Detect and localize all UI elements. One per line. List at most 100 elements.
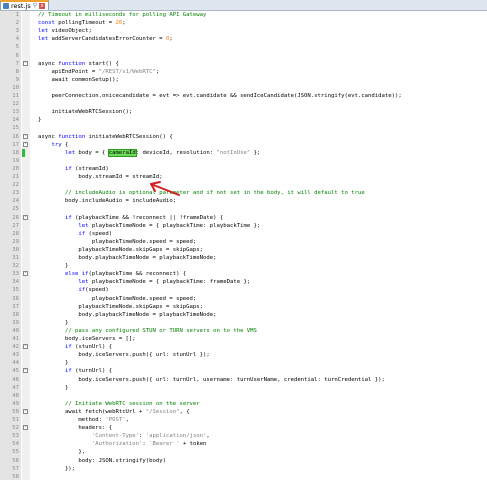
code-line[interactable]: 11 peerConnection.onicecandidate = evt =… [0,92,487,100]
code-token: body.playbackTimeNode = playbackTimeNode… [38,311,217,318]
code-token: async [38,60,59,67]
code-line[interactable]: 24 body.includeAudio = includeAudio; [0,197,487,205]
code-line[interactable]: 26- if (playbackTime && !reconnect || !f… [0,214,487,222]
code-line[interactable]: 3 let videoObject; [0,27,487,35]
code-line[interactable]: 57 }); [0,465,487,473]
code-line[interactable]: 40 // pass any configured STUN or TURN s… [0,327,487,335]
pin-icon[interactable]: ⚲ [33,2,37,10]
code-editor[interactable]: 1 // Timeout in milliseconds for polling … [0,11,487,480]
code-token: ; [169,36,173,43]
code-line[interactable]: 1 // Timeout in milliseconds for polling … [0,11,487,19]
code-line[interactable]: 41 body.iceServers = []; [0,335,487,343]
code-line[interactable]: 28 if (speed) [0,230,487,238]
line-number: 53 [12,433,19,440]
code-line[interactable]: 38 body.playbackTimeNode = playbackTimeN… [0,311,487,319]
code-token: } [38,319,69,326]
code-text: body.playbackTimeNode = playbackTimeNode… [38,254,216,262]
code-line[interactable]: 23 // includeAudio is optional parameter… [0,189,487,197]
code-token: (playbackTime && reconnect) { [88,271,187,278]
code-text: if(speed) [38,286,108,294]
code-line[interactable]: 46 body.iceServers.push({ url: turnUrl, … [0,376,487,384]
line-number: 20 [12,165,19,172]
code-line[interactable]: 44 } [0,359,487,367]
code-token: playbackTimeNode.skipGaps = skipGaps; [38,303,204,310]
fold-toggle-icon[interactable]: - [23,60,28,66]
annotation-arrow-icon [150,181,180,196]
code-line[interactable]: 42- if (stunUrl) { [0,343,487,351]
code-line[interactable]: 10 [0,84,487,92]
line-number: 3 [15,28,19,35]
line-number: 40 [12,327,19,334]
code-line[interactable]: 32 } [0,262,487,270]
code-line[interactable]: 56 body: JSON.stringify(body) [0,457,487,465]
code-line[interactable]: 21 body.streamId = streamId; [0,173,487,181]
line-number: 24 [12,198,19,205]
code-line[interactable]: 20 if (streamId) [0,165,487,173]
code-line[interactable]: 54 'Authorization': 'Bearer ' + token [0,440,487,448]
code-line[interactable]: 19 [0,157,487,165]
code-line[interactable]: 48 [0,392,487,400]
code-line[interactable]: 18 let body = { cameraId: deviceId, reso… [0,148,487,157]
fold-toggle-icon[interactable]: - [23,425,28,431]
code-line[interactable]: 15 [0,124,487,132]
line-number: 2 [15,20,19,27]
code-token: addServerCandidatesErrorCounter = [48,36,166,43]
code-line[interactable]: 55 }, [0,448,487,456]
code-text: if (turnUrl) { [38,367,112,375]
code-line[interactable]: 14} [0,116,487,124]
tab-label: rest.js [11,2,31,10]
code-line[interactable]: 22 [0,181,487,189]
code-line[interactable]: 50- await fetch(webRtcUrl + "/Session", … [0,408,487,416]
code-line[interactable]: 8 apiEndPoint = "/REST/v1/WebRTC"; [0,68,487,76]
code-line[interactable]: 29 playbackTimeNode.speed = speed; [0,238,487,246]
code-line[interactable]: 53 'Content-Type': 'application/json', [0,432,487,440]
code-token: peerConnection.onicecandidate = evt => e… [38,93,402,99]
code-line[interactable]: 52- headers: { [0,424,487,432]
code-line[interactable]: 13 initiateWebRTCSession(); [0,108,487,116]
fold-toggle-icon[interactable]: - [23,133,28,139]
fold-toggle-icon[interactable]: - [23,141,28,147]
code-line[interactable]: 5 [0,43,487,51]
close-icon[interactable]: x [39,3,46,9]
code-token: try [51,141,62,148]
code-line[interactable]: 43 body.iceServers.push({ url: stunUrl }… [0,351,487,359]
code-line[interactable]: 51 method: 'POST', [0,416,487,424]
code-line[interactable]: 30 playbackTimeNode.skipGaps = skipGaps; [0,246,487,254]
code-line[interactable]: 49 // Initiate WebRTC session on the ser… [0,400,487,408]
code-line[interactable]: 4 let addServerCandidatesErrorCounter = 0… [0,35,487,43]
line-number: 17 [12,141,19,148]
code-text: } [38,359,68,367]
code-line[interactable]: 36 playbackTimeNode.speed = speed; [0,295,487,303]
code-line[interactable]: 9 await commonSetup(); [0,76,487,84]
code-line[interactable]: 45- if (turnUrl) { [0,367,487,375]
fold-toggle-icon[interactable]: - [23,408,28,414]
code-line[interactable]: 39 } [0,319,487,327]
code-line[interactable]: 17- try { [0,141,487,149]
fold-toggle-icon[interactable]: - [23,368,28,374]
code-token: } [38,263,69,270]
code-line[interactable]: 35 if(speed) [0,286,487,294]
code-line[interactable]: 34 let playbackTimeNode = { playbackTime… [0,278,487,286]
code-line[interactable]: 27 let playbackTimeNode = { playbackTime… [0,222,487,230]
code-line[interactable]: 16- async function initiateWebRTCSession(… [0,133,487,141]
code-line[interactable]: 47 } [0,384,487,392]
code-token: }); [38,465,76,472]
code-text: // Initiate WebRTC session on the server [38,400,200,408]
code-line[interactable]: 12 [0,100,487,108]
code-line[interactable]: 31 body.playbackTimeNode = playbackTimeN… [0,254,487,262]
code-line[interactable]: 37 playbackTimeNode.skipGaps = skipGaps; [0,303,487,311]
tab-rest-js[interactable]: rest.js ⚲ x [0,0,50,10]
line-number: 28 [12,230,19,237]
code-line[interactable]: 6 [0,52,487,60]
fold-toggle-icon[interactable]: - [23,344,28,350]
code-line[interactable]: 25 [0,205,487,213]
code-line[interactable]: 7- async function start() { [0,60,487,68]
fold-toggle-icon[interactable]: - [23,214,28,220]
line-number: 30 [12,246,19,253]
code-line[interactable]: 33- else if(playbackTime && reconnect) { [0,270,487,278]
line-number: 8 [15,68,19,75]
code-token: playbackTimeNode.speed = speed; [38,238,197,245]
fold-toggle-icon[interactable]: - [23,271,28,277]
code-line[interactable]: 2 const pollingTimeout = 20; [0,19,487,27]
